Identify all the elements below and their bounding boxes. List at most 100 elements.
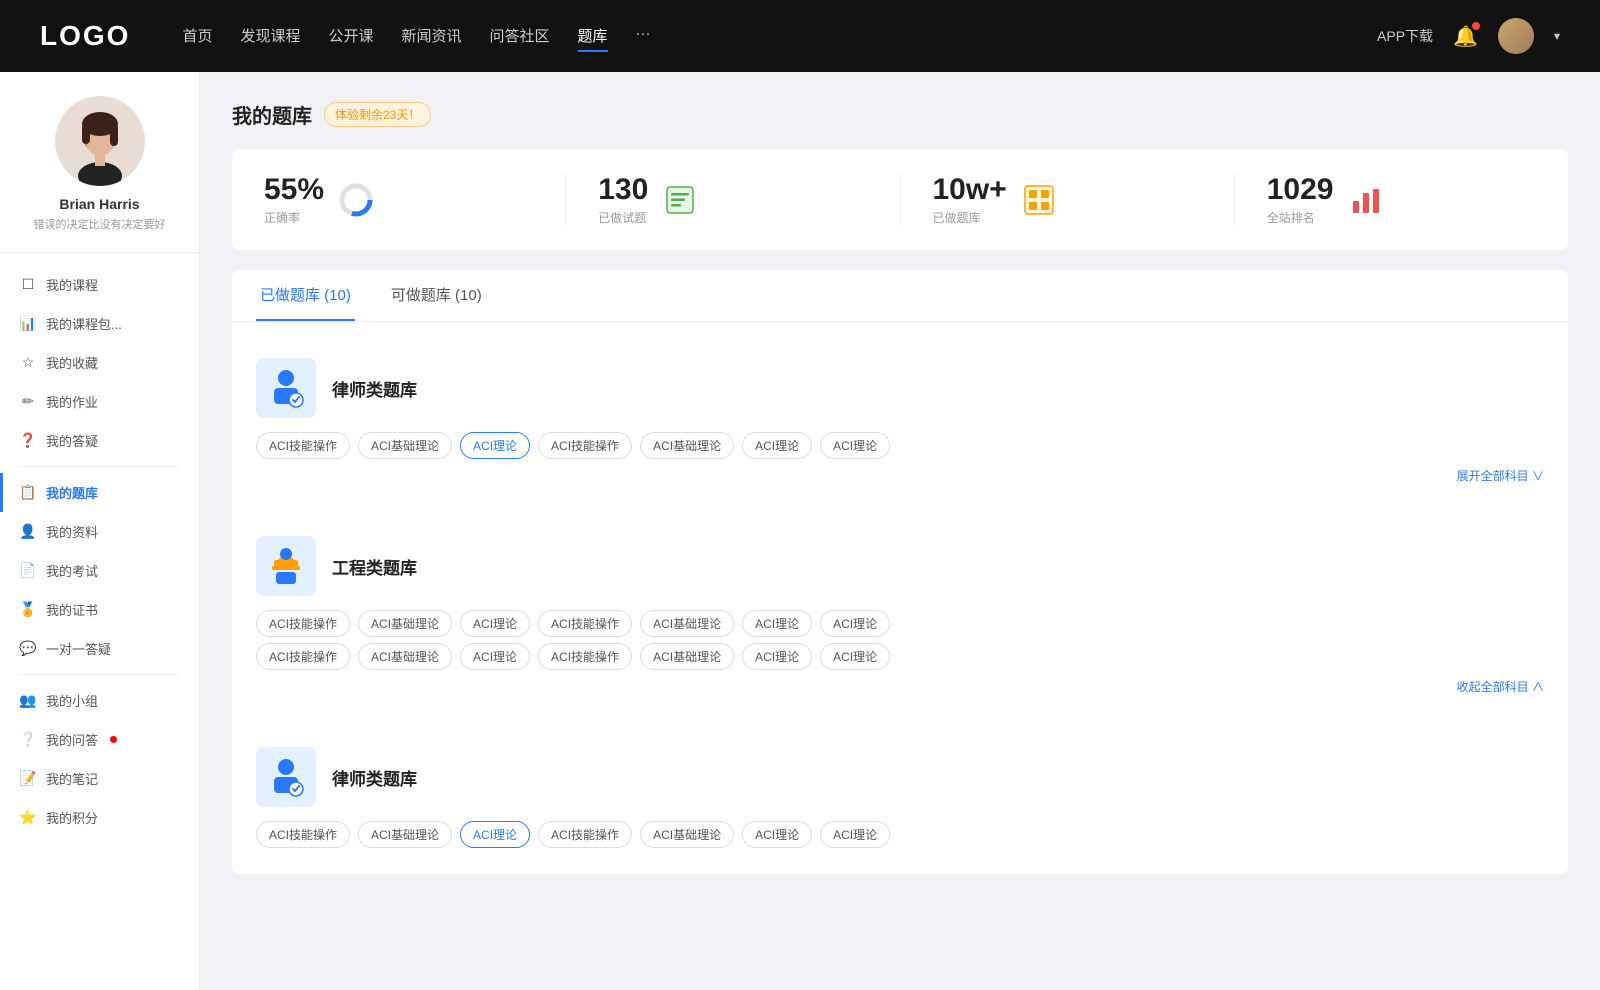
exam-icon: 📄 [20,563,36,579]
bank-section-lawyer-1: 律师类题库 ACI技能操作 ACI基础理论 ACI理论 ACI技能操作 ACI基… [232,338,1568,504]
stat-done-questions: 130 已做试题 [566,173,900,226]
logo[interactable]: LOGO [40,20,130,52]
stat-ranking-value: 1029 [1267,173,1334,207]
score-icon: ⭐ [20,810,36,826]
sidebar-item-cert[interactable]: 🏅 我的证书 [0,590,199,629]
bank-tags-engineer-row2: ACI技能操作 ACI基础理论 ACI理论 ACI技能操作 ACI基础理论 AC… [256,643,1544,670]
sidebar-item-points[interactable]: ⭐ 我的积分 [0,798,199,837]
tag[interactable]: ACI理论 [820,432,890,459]
app-download-link[interactable]: APP下载 [1377,26,1433,46]
tab-available[interactable]: 可做题库 (10) [387,270,486,321]
edit-icon: ✏ [20,394,36,410]
expand-link-1[interactable]: 展开全部科目 ∨ [256,467,1544,484]
account-chevron-icon[interactable]: ▾ [1554,29,1560,43]
sidebar-item-group[interactable]: 👥 我的小组 [0,681,199,720]
tag[interactable]: ACI理论 [742,821,812,848]
sidebar-item-course-pkg[interactable]: 📊 我的课程包... [0,304,199,343]
tag[interactable]: ACI技能操作 [256,432,350,459]
layout: Brian Harris 错误的决定比没有决定要好 ☐ 我的课程 📊 我的课程包… [0,72,1600,990]
sidebar-label-1on1: 一对一答疑 [46,639,111,658]
avatar-svg [55,96,145,186]
nav-open-course[interactable]: 公开课 [328,21,373,52]
nav-more[interactable]: ··· [636,21,651,52]
lawyer-icon-1 [256,358,316,418]
note-icon: 📝 [20,771,36,787]
sidebar-label-profile: 我的资料 [46,522,98,541]
tag-active[interactable]: ACI理论 [460,821,530,848]
bank-header-lawyer-1: 律师类题库 [256,358,1544,418]
tag[interactable]: ACI理论 [742,610,812,637]
lawyer-icon-2 [256,747,316,807]
tag[interactable]: ACI基础理论 [358,643,452,670]
notification-dot [1472,22,1480,30]
tag[interactable]: ACI理论 [820,643,890,670]
nav-bank[interactable]: 题库 [578,21,608,52]
qa-notification-dot [110,736,117,743]
stat-done-questions-label: 已做试题 [598,209,648,226]
stat-ranking-text: 1029 全站排名 [1267,173,1334,226]
sidebar-label-exam: 我的考试 [46,561,98,580]
notification-bell[interactable]: 🔔 [1453,24,1478,49]
sidebar-label-courses: 我的课程 [46,275,98,294]
tag[interactable]: ACI技能操作 [538,610,632,637]
tag[interactable]: ACI基础理论 [640,643,734,670]
collapse-link[interactable]: 收起全部科目 ∧ [256,678,1544,695]
tag[interactable]: ACI技能操作 [256,610,350,637]
tag[interactable]: ACI基础理论 [358,610,452,637]
profile-section: Brian Harris 错误的决定比没有决定要好 [0,96,199,253]
sidebar-label-bank: 我的题库 [46,483,98,502]
sidebar-item-courses[interactable]: ☐ 我的课程 [0,265,199,304]
tab-done[interactable]: 已做题库 (10) [256,270,355,321]
star-icon: ☆ [20,355,36,371]
bank-title-lawyer-1: 律师类题库 [332,376,417,401]
nav-links: 首页 发现课程 公开课 新闻资讯 问答社区 题库 ··· [182,21,1345,52]
user-avatar[interactable] [55,96,145,186]
avatar[interactable] [1498,18,1534,54]
tag[interactable]: ACI理论 [820,821,890,848]
tag[interactable]: ACI理论 [460,610,530,637]
content-area: 已做题库 (10) 可做题库 (10) [232,270,1568,874]
nav-discover[interactable]: 发现课程 [240,21,300,52]
sidebar-item-favorites[interactable]: ☆ 我的收藏 [0,343,199,382]
question-icon: ❓ [20,433,36,449]
nav-news[interactable]: 新闻资讯 [402,21,462,52]
tag[interactable]: ACI基础理论 [358,821,452,848]
sidebar-item-exam[interactable]: 📄 我的考试 [0,551,199,590]
sidebar-item-profile[interactable]: 👤 我的资料 [0,512,199,551]
tag[interactable]: ACI理论 [742,643,812,670]
nav-home[interactable]: 首页 [182,21,212,52]
sidebar-item-bank[interactable]: 📋 我的题库 [0,473,199,512]
tag[interactable]: ACI技能操作 [538,432,632,459]
tag[interactable]: ACI技能操作 [256,643,350,670]
bank-tags-lawyer-1: ACI技能操作 ACI基础理论 ACI理论 ACI技能操作 ACI基础理论 AC… [256,432,1544,459]
bank-header-lawyer-2: 律师类题库 [256,747,1544,807]
tag-active[interactable]: ACI理论 [460,432,530,459]
tag[interactable]: ACI技能操作 [256,821,350,848]
sidebar-item-my-qa[interactable]: ❔ 我的问答 [0,720,199,759]
sidebar: Brian Harris 错误的决定比没有决定要好 ☐ 我的课程 📊 我的课程包… [0,72,200,990]
profile-motto: 错误的决定比没有决定要好 [34,216,166,232]
tag[interactable]: ACI基础理论 [358,432,452,459]
tag[interactable]: ACI理论 [820,610,890,637]
sidebar-item-questions[interactable]: ❓ 我的答疑 [0,421,199,460]
engineer-icon [256,536,316,596]
tag[interactable]: ACI基础理论 [640,432,734,459]
lawyer-svg-1 [264,366,308,410]
tag[interactable]: ACI基础理论 [640,610,734,637]
tag[interactable]: ACI技能操作 [538,643,632,670]
sidebar-item-homework[interactable]: ✏ 我的作业 [0,382,199,421]
sidebar-label-course-pkg: 我的课程包... [46,314,122,333]
bank-tags-engineer-row1: ACI技能操作 ACI基础理论 ACI理论 ACI技能操作 ACI基础理论 AC… [256,610,1544,637]
tag[interactable]: ACI理论 [742,432,812,459]
bar-chart-icon [1348,182,1384,218]
tag[interactable]: ACI理论 [460,643,530,670]
sidebar-item-1on1[interactable]: 💬 一对一答疑 [0,629,199,668]
tag[interactable]: ACI基础理论 [640,821,734,848]
tag[interactable]: ACI技能操作 [538,821,632,848]
sidebar-item-notes[interactable]: 📝 我的笔记 [0,759,199,798]
navbar: LOGO 首页 发现课程 公开课 新闻资讯 问答社区 题库 ··· APP下载 … [0,0,1600,72]
trial-badge: 体验剩余23天！ [324,102,431,127]
sidebar-divider-2 [20,674,179,675]
nav-qa[interactable]: 问答社区 [490,21,550,52]
stat-ranking: 1029 全站排名 [1235,173,1568,226]
